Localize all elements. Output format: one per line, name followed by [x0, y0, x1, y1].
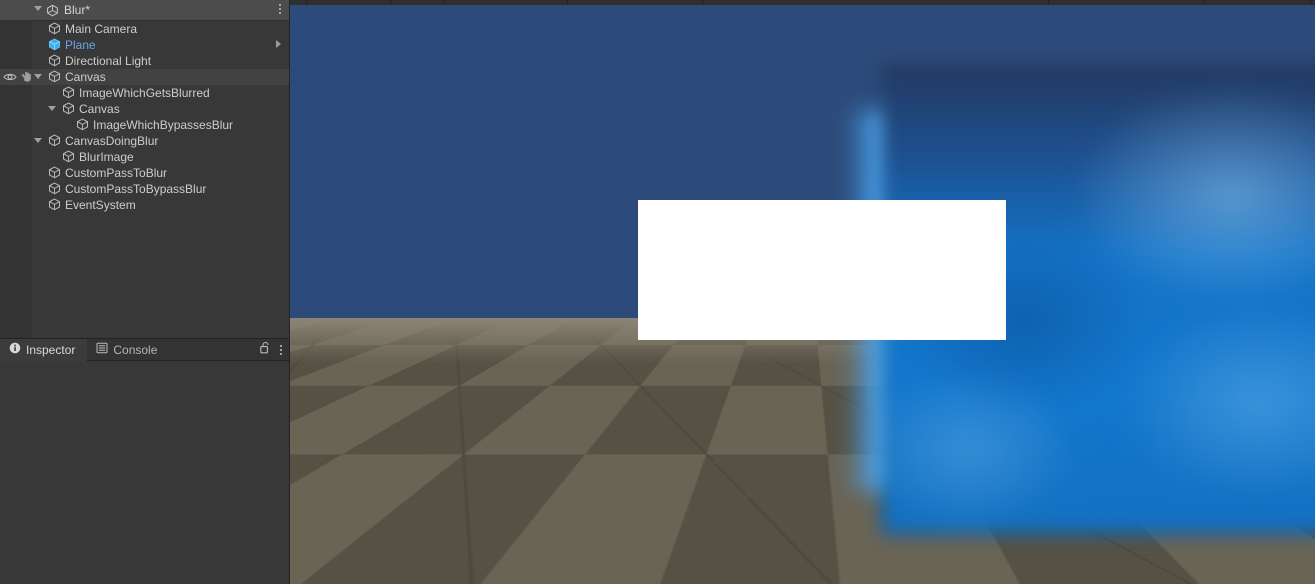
- scene-view-toolbar[interactable]: [290, 0, 1315, 5]
- hierarchy-panel[interactable]: Blur* Main Camera Plane Directional Light C…: [0, 0, 290, 338]
- gameobject-cube-icon: [76, 118, 89, 131]
- scene-view[interactable]: [290, 0, 1315, 584]
- gameobject-cube-icon: [62, 86, 75, 99]
- hierarchy-item-label: Directional Light: [65, 54, 152, 68]
- gameobject-cube-icon: [48, 134, 61, 147]
- inspector-tabbar[interactable]: Inspector Console: [0, 339, 290, 361]
- gameobject-cube-icon: [48, 182, 61, 195]
- foldout-open-icon[interactable]: [34, 138, 42, 143]
- info-circle-icon: [9, 342, 21, 357]
- tab-console[interactable]: Console: [87, 339, 169, 360]
- hierarchy-item-label: CustomPassToBlur: [65, 166, 168, 180]
- hierarchy-item-label: EventSystem: [65, 198, 136, 212]
- gameobject-cube-icon: [48, 70, 61, 83]
- hierarchy-item-imagewhichbypassesblur[interactable]: ImageWhichBypassesBlur: [0, 117, 290, 133]
- hierarchy-item-label: CanvasDoingBlur: [65, 134, 159, 148]
- unity-editor-window: Blur* Main Camera Plane Directional Light C…: [0, 0, 1315, 584]
- hierarchy-item-label: Canvas: [65, 70, 106, 84]
- hierarchy-item-label: CustomPassToBypassBlur: [65, 182, 207, 196]
- gameobject-cube-icon: [48, 54, 61, 67]
- foldout-open-icon[interactable]: [34, 74, 42, 79]
- hierarchy-item-eventsystem[interactable]: EventSystem: [0, 197, 290, 213]
- hierarchy-item-imagewhichgetsblurred[interactable]: ImageWhichGetsBlurred: [0, 85, 290, 101]
- inspector-panel: Inspector Console: [0, 338, 290, 584]
- gameobject-cube-icon: [48, 166, 61, 179]
- tab-inspector-label: Inspector: [26, 342, 76, 357]
- hierarchy-item-canvas[interactable]: Canvas: [0, 101, 290, 117]
- hierarchy-item-label: ImageWhichGetsBlurred: [79, 86, 210, 100]
- tab-console-label: Console: [113, 342, 158, 357]
- hierarchy-item-directional-light[interactable]: Directional Light: [0, 53, 290, 69]
- hierarchy-item-canvasdoingblur[interactable]: CanvasDoingBlur: [0, 133, 290, 149]
- hierarchy-scene-header[interactable]: Blur*: [0, 0, 290, 21]
- foldout-open-icon[interactable]: [48, 106, 56, 111]
- gameobject-cube-icon: [62, 102, 75, 115]
- prefab-cube-icon: [48, 38, 61, 51]
- hierarchy-item-main-camera[interactable]: Main Camera: [0, 21, 290, 37]
- chevron-right-icon[interactable]: [276, 40, 281, 48]
- hierarchy-item-label: Canvas: [79, 102, 120, 116]
- hierarchy-item-custompasstoblur[interactable]: CustomPassToBlur: [0, 165, 290, 181]
- console-lines-icon: [96, 342, 108, 357]
- hierarchy-item-label: ImageWhichBypassesBlur: [93, 118, 234, 132]
- foldout-open-icon[interactable]: [34, 6, 42, 11]
- hierarchy-item-plane[interactable]: Plane: [0, 37, 290, 53]
- bypass-blur-white-rect[interactable]: [638, 200, 1006, 340]
- hierarchy-item-canvas[interactable]: Canvas: [0, 69, 290, 85]
- padlock-open-icon[interactable]: [260, 341, 271, 359]
- inspector-tools: [260, 339, 282, 361]
- scene-name-label: Blur*: [64, 3, 91, 17]
- left-dock: Blur* Main Camera Plane Directional Light C…: [0, 0, 290, 584]
- kebab-menu-icon[interactable]: [280, 345, 282, 355]
- eye-icon[interactable]: [3, 71, 17, 86]
- gameobject-cube-icon: [48, 22, 61, 35]
- hierarchy-item-blurimage[interactable]: BlurImage: [0, 149, 290, 165]
- inspector-content-area: [0, 361, 290, 584]
- hierarchy-item-label: Plane: [65, 38, 96, 52]
- gameobject-cube-icon: [62, 150, 75, 163]
- unity-scene-icon: [46, 4, 59, 22]
- hierarchy-item-label: BlurImage: [79, 150, 134, 164]
- kebab-menu-icon[interactable]: [279, 4, 281, 14]
- hierarchy-item-label: Main Camera: [65, 22, 138, 36]
- gameobject-cube-icon: [48, 198, 61, 211]
- hand-pointer-icon[interactable]: [20, 71, 32, 86]
- tab-inspector[interactable]: Inspector: [0, 339, 88, 361]
- hierarchy-item-custompasstobypassblur[interactable]: CustomPassToBypassBlur: [0, 181, 290, 197]
